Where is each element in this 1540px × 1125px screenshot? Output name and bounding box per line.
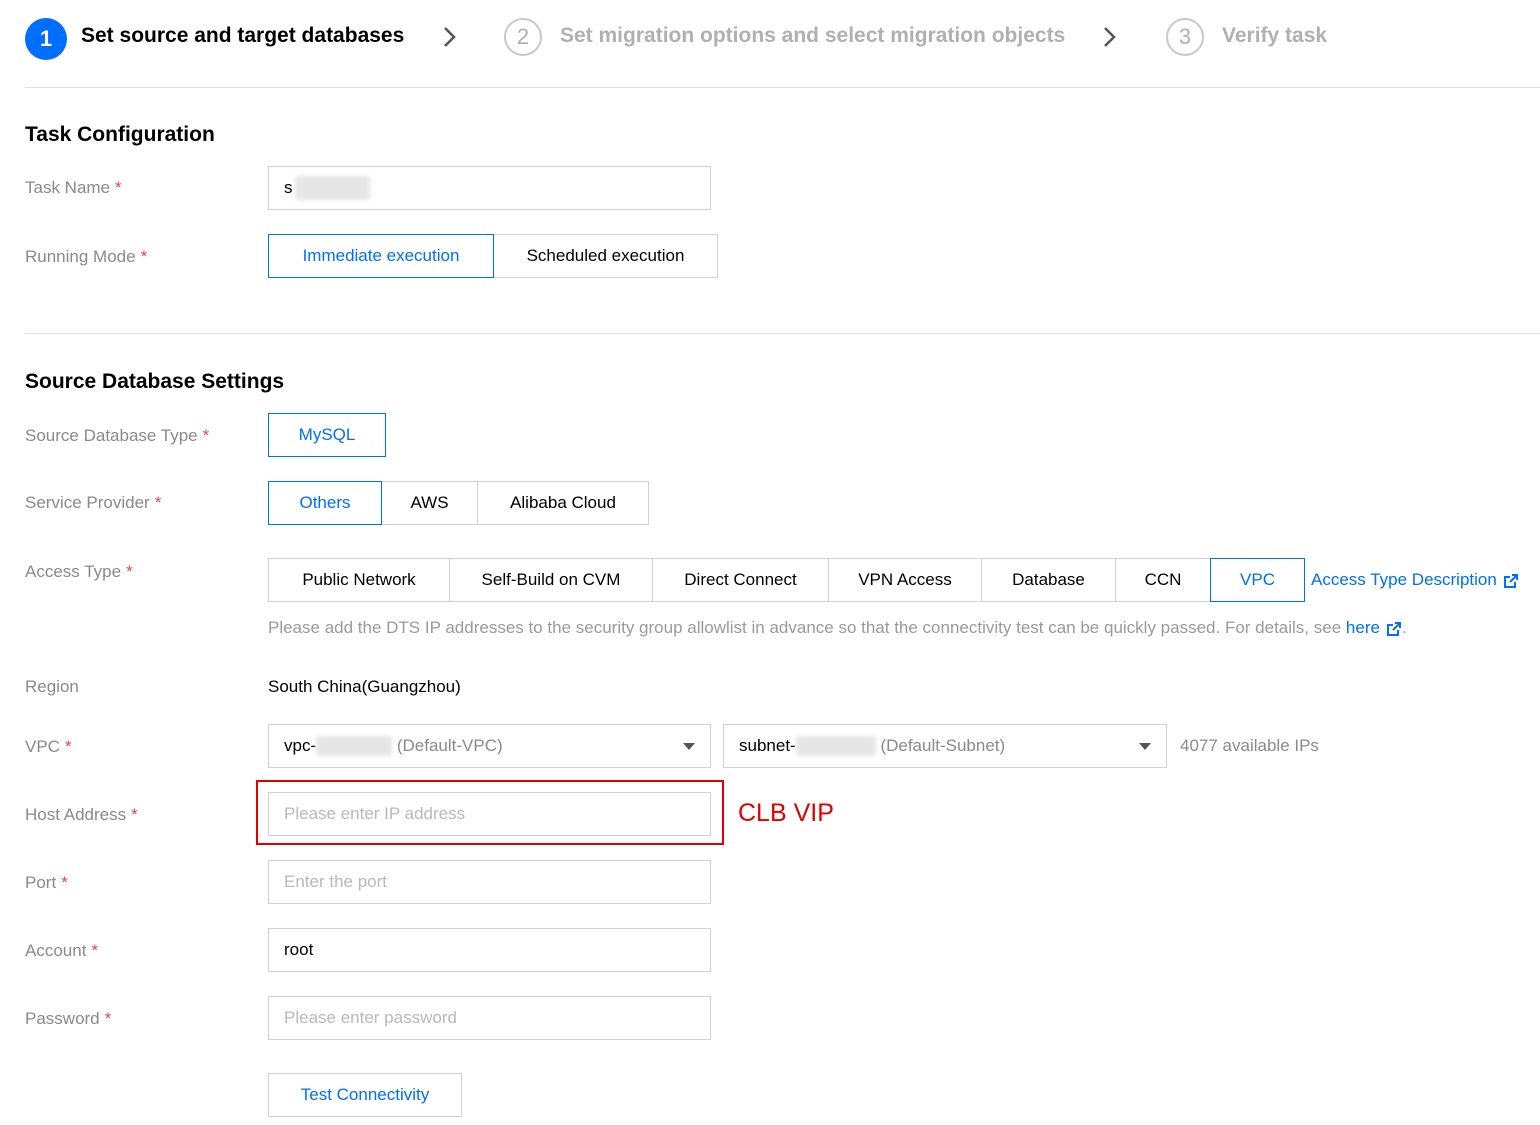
chevron-down-icon xyxy=(1139,742,1151,750)
subnet-select[interactable]: subnet- (Default-Subnet) xyxy=(723,724,1167,768)
chevron-down-icon xyxy=(683,742,695,750)
chevron-right-icon xyxy=(1104,27,1116,47)
others-option[interactable]: Others xyxy=(268,481,382,525)
step-3-indicator: 3 xyxy=(1166,18,1204,56)
self-build-cvm-option[interactable]: Self-Build on CVM xyxy=(449,558,653,602)
mysql-option[interactable]: MySQL xyxy=(268,413,386,457)
step-3-label: Verify task xyxy=(1222,24,1328,47)
step-2-label: Set migration options and select migrati… xyxy=(560,24,1066,47)
host-address-label: Host Address * xyxy=(25,805,138,824)
running-mode-label: Running Mode * xyxy=(25,247,148,266)
direct-connect-option[interactable]: Direct Connect xyxy=(652,558,829,602)
service-provider-selector[interactable]: Others AWS Alibaba Cloud xyxy=(268,481,649,525)
public-network-option[interactable]: Public Network xyxy=(268,558,450,602)
external-link-icon xyxy=(1503,573,1518,588)
available-ips-text: 4077 available IPs xyxy=(1180,736,1319,755)
step-1-indicator: 1 xyxy=(25,18,67,60)
vpc-select[interactable]: vpc- (Default-VPC) xyxy=(268,724,711,768)
host-address-input[interactable]: Please enter IP address xyxy=(268,792,711,836)
divider xyxy=(25,87,1540,88)
test-connectivity-button[interactable]: Test Connectivity xyxy=(268,1073,462,1117)
redacted-text xyxy=(294,176,370,200)
vpn-access-option[interactable]: VPN Access xyxy=(828,558,982,602)
task-name-label: Task Name * xyxy=(25,178,122,197)
immediate-execution-option[interactable]: Immediate execution xyxy=(268,234,494,278)
source-db-type-selector[interactable]: MySQL xyxy=(268,413,386,457)
service-provider-label: Service Provider * xyxy=(25,493,162,512)
allowlist-hint: Please add the DTS IP addresses to the s… xyxy=(268,618,1407,637)
database-option[interactable]: Database xyxy=(981,558,1116,602)
vpc-option[interactable]: VPC xyxy=(1210,558,1305,602)
divider xyxy=(25,333,1540,334)
vpc-label: VPC * xyxy=(25,737,72,756)
account-label: Account * xyxy=(25,941,99,960)
account-input[interactable]: root xyxy=(268,928,711,972)
redacted-text xyxy=(795,736,876,757)
password-input[interactable]: Please enter password xyxy=(268,996,711,1040)
here-link[interactable]: here xyxy=(1346,618,1380,637)
region-value: South China(Guangzhou) xyxy=(268,677,461,696)
step-2-indicator: 2 xyxy=(504,18,542,56)
clb-vip-annotation: CLB VIP xyxy=(738,799,834,827)
source-db-title: Source Database Settings xyxy=(25,370,285,393)
task-config-title: Task Configuration xyxy=(25,123,215,146)
running-mode-selector[interactable]: Immediate execution Scheduled execution xyxy=(268,234,718,278)
aws-option[interactable]: AWS xyxy=(381,481,478,525)
source-db-type-label: Source Database Type * xyxy=(25,426,210,445)
scheduled-execution-option[interactable]: Scheduled execution xyxy=(493,234,718,278)
access-type-description-link[interactable]: Access Type Description xyxy=(1311,570,1519,590)
task-name-input[interactable]: s xyxy=(268,166,711,210)
password-label: Password * xyxy=(25,1009,112,1028)
access-type-selector[interactable]: Public Network Self-Build on CVM Direct … xyxy=(268,558,1305,602)
region-label: Region xyxy=(25,677,79,696)
external-link-icon[interactable] xyxy=(1386,621,1402,637)
alibaba-cloud-option[interactable]: Alibaba Cloud xyxy=(477,481,649,525)
chevron-right-icon xyxy=(444,27,456,47)
redacted-text xyxy=(316,736,393,757)
port-label: Port * xyxy=(25,873,68,892)
port-input[interactable]: Enter the port xyxy=(268,860,711,904)
ccn-option[interactable]: CCN xyxy=(1115,558,1211,602)
step-1-label: Set source and target databases xyxy=(81,24,405,47)
access-type-label: Access Type * xyxy=(25,562,133,581)
